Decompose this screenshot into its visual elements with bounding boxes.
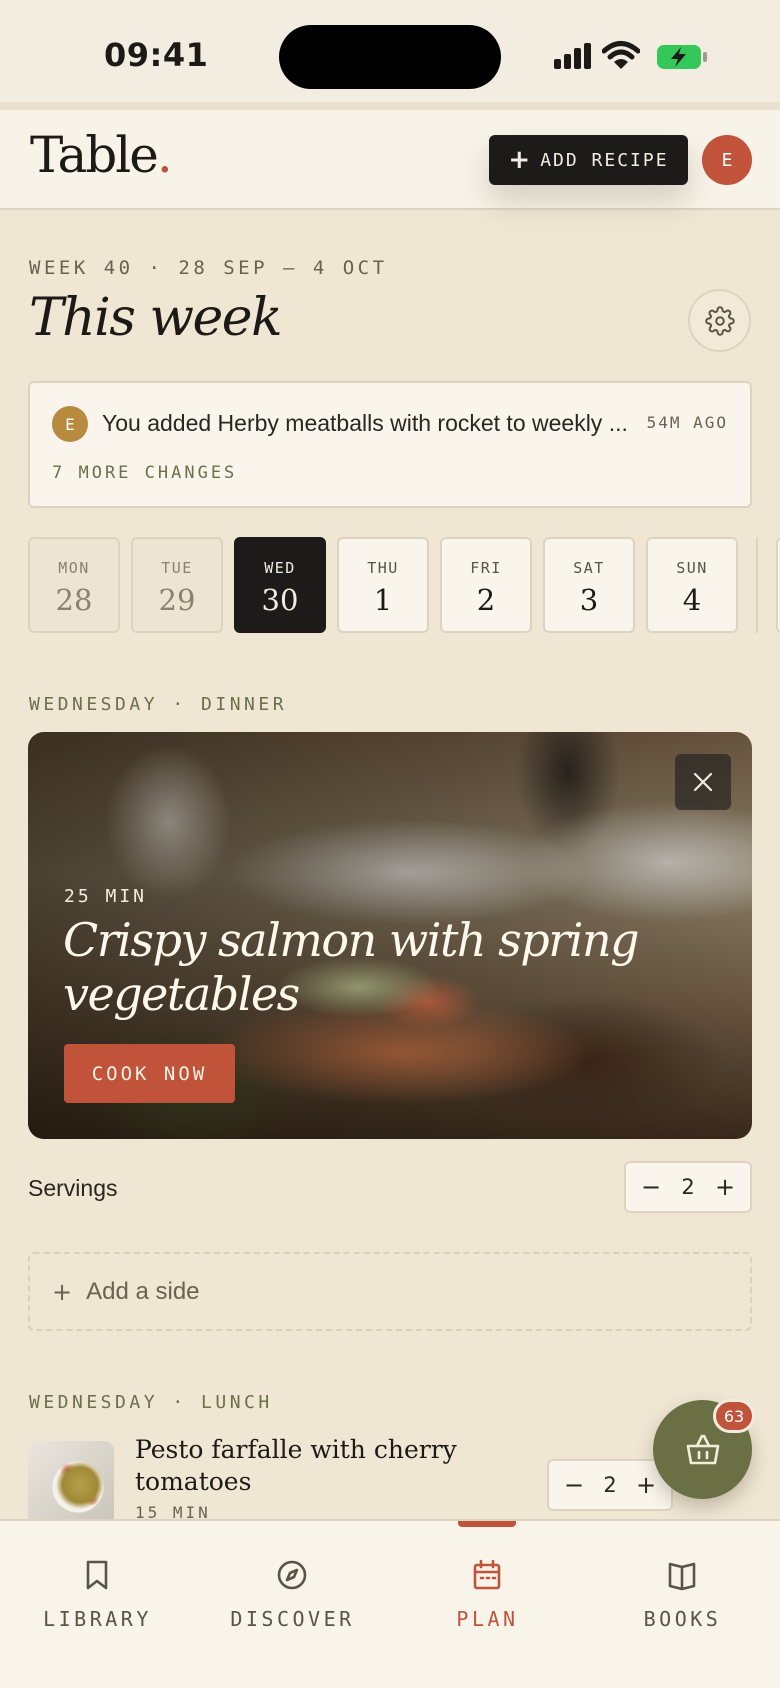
day-name: TUE — [161, 559, 193, 577]
dinner-section-label: WEDNESDAY · DINNER — [29, 694, 288, 715]
compass-icon — [277, 1560, 307, 1590]
day-number: 1 — [373, 583, 393, 617]
day-selector: MON 28 TUE 29 WED 30 THU 1 FRI 2 SAT 3 S… — [28, 537, 780, 633]
day-fri[interactable]: FRI 2 — [440, 537, 532, 633]
next-week-peek[interactable] — [776, 537, 780, 633]
day-sat[interactable]: SAT 3 — [543, 537, 635, 633]
nav-discover[interactable]: DISCOVER — [195, 1521, 390, 1641]
lunch-recipe-title[interactable]: Pesto farfalle with cherry tomatoes — [135, 1434, 505, 1498]
day-name: WED — [264, 559, 296, 577]
app-logo[interactable]: Table. — [30, 126, 173, 184]
dinner-servings-stepper: − 2 + — [624, 1161, 752, 1213]
nav-label: BOOKS — [643, 1607, 722, 1631]
dinner-recipe-card[interactable]: 25 MIN Crispy salmon with spring vegetab… — [28, 732, 752, 1139]
lunch-recipe-thumbnail[interactable] — [28, 1441, 114, 1527]
activity-avatar: E — [52, 406, 88, 442]
day-name: SUN — [676, 559, 708, 577]
close-icon — [693, 772, 713, 792]
battery-charging-icon — [657, 45, 707, 69]
calendar-icon — [473, 1559, 501, 1590]
basket-icon — [686, 1434, 719, 1464]
servings-value: 2 — [603, 1473, 617, 1497]
nav-plan[interactable]: PLAN — [390, 1521, 585, 1641]
bottom-nav: LIBRARY DISCOVER PLAN BOOKS — [0, 1519, 780, 1688]
decrease-servings-button[interactable]: − — [640, 1173, 662, 1201]
nav-label: PLAN — [456, 1607, 519, 1631]
logo-text: Table — [30, 126, 159, 184]
recipe-cook-time: 25 MIN — [64, 886, 148, 907]
day-number: 3 — [579, 583, 599, 617]
plus-icon: + — [508, 145, 531, 175]
day-tue[interactable]: TUE 29 — [131, 537, 223, 633]
day-number: 4 — [682, 583, 702, 617]
recipe-title: Crispy salmon with spring vegetables — [63, 913, 640, 1021]
day-number: 30 — [261, 583, 299, 617]
add-side-button[interactable]: + Add a side — [28, 1252, 752, 1331]
day-number: 29 — [158, 583, 196, 617]
day-name: FRI — [470, 559, 502, 577]
more-changes-link[interactable]: 7 MORE CHANGES — [52, 463, 237, 483]
add-recipe-label: ADD RECIPE — [540, 149, 669, 171]
servings-label: Servings — [28, 1175, 118, 1201]
day-name: SAT — [573, 559, 605, 577]
logo-dot: . — [156, 126, 173, 184]
bookmark-icon — [86, 1560, 108, 1590]
day-name: MON — [58, 559, 90, 577]
day-sun[interactable]: SUN 4 — [646, 537, 738, 633]
dynamic-island — [279, 25, 501, 89]
status-bar: 09:41 — [0, 0, 780, 110]
settings-button[interactable] — [688, 289, 751, 352]
decrease-servings-button[interactable]: − — [563, 1471, 585, 1499]
increase-servings-button[interactable]: + — [714, 1173, 736, 1201]
status-time: 09:41 — [104, 36, 209, 74]
servings-value: 2 — [681, 1175, 695, 1199]
activity-message: You added Herby meatballs with rocket to… — [102, 410, 628, 436]
day-mon[interactable]: MON 28 — [28, 537, 120, 633]
day-number: 28 — [55, 583, 93, 617]
plus-icon: + — [52, 1277, 73, 1306]
day-wed[interactable]: WED 30 — [234, 537, 326, 633]
book-icon — [668, 1562, 696, 1591]
day-thu[interactable]: THU 1 — [337, 537, 429, 633]
add-recipe-button[interactable]: + ADD RECIPE — [489, 135, 688, 185]
nav-label: DISCOVER — [230, 1607, 355, 1631]
wifi-icon — [602, 41, 640, 69]
day-strip-divider — [756, 537, 758, 633]
add-side-label: Add a side — [86, 1277, 200, 1305]
app-header: Table. + ADD RECIPE E — [0, 110, 780, 210]
user-avatar[interactable]: E — [702, 135, 752, 185]
lunch-servings-stepper: − 2 + — [547, 1459, 673, 1511]
week-label: WEEK 40 · 28 SEP – 4 OCT — [29, 257, 388, 279]
lunch-section-label: WEDNESDAY · LUNCH — [29, 1392, 273, 1413]
day-name: THU — [367, 559, 399, 577]
cellular-signal-icon — [554, 43, 591, 69]
activity-timestamp: 54M AGO — [646, 413, 728, 432]
nav-library[interactable]: LIBRARY — [0, 1521, 195, 1641]
nav-books[interactable]: BOOKS — [585, 1521, 780, 1641]
increase-servings-button[interactable]: + — [635, 1471, 657, 1499]
gear-icon — [704, 305, 735, 336]
remove-recipe-button[interactable] — [675, 754, 731, 810]
nav-label: LIBRARY — [43, 1607, 152, 1631]
activity-card[interactable]: E You added Herby meatballs with rocket … — [28, 381, 752, 508]
basket-count-badge: 63 — [713, 1399, 755, 1433]
page-title: This week — [29, 288, 283, 348]
cook-now-button[interactable]: COOK NOW — [64, 1044, 235, 1103]
day-number: 2 — [476, 583, 496, 617]
